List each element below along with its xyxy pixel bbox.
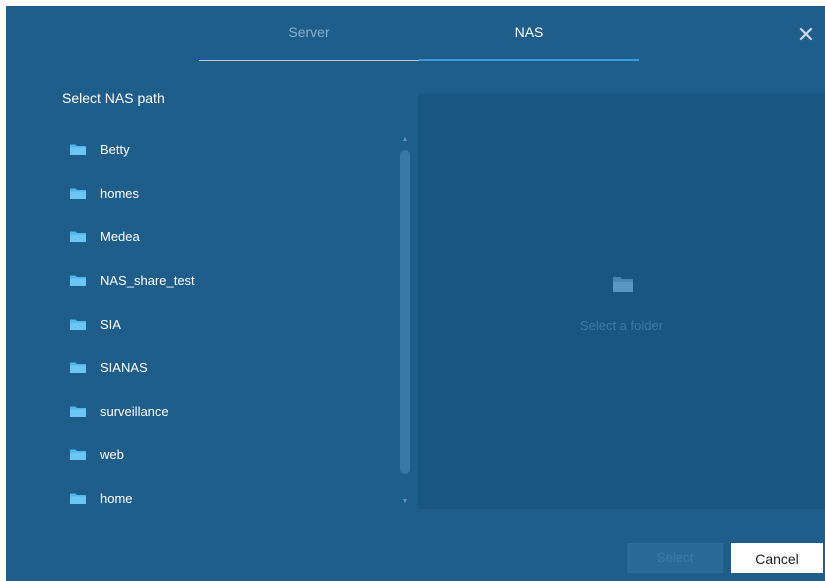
folder-list: Betty homes Medea NAS_share_test SIA SIANAS su…	[56, 128, 396, 518]
panel-title: Select NAS path	[62, 90, 165, 106]
tab-server[interactable]: Server	[199, 6, 419, 61]
folder-list-scrollbar[interactable]: ▲ ▼	[400, 136, 410, 506]
folder-label: homes	[100, 185, 140, 201]
folder-icon	[70, 362, 86, 374]
select-button[interactable]: Select	[627, 543, 723, 573]
tab-nas[interactable]: NAS	[419, 6, 639, 61]
folder-icon	[70, 231, 86, 243]
folder-label: surveillance	[100, 403, 169, 419]
cancel-button[interactable]: Cancel	[731, 543, 823, 573]
folder-item[interactable]: Betty	[56, 128, 396, 172]
folder-label: Medea	[100, 229, 140, 245]
folder-item[interactable]: home	[56, 477, 396, 521]
folder-label: NAS_share_test	[100, 273, 195, 289]
folder-icon	[70, 319, 86, 330]
folder-label: SIA	[100, 316, 121, 332]
folder-icon	[70, 406, 86, 417]
folder-item[interactable]: homes	[56, 172, 396, 216]
folder-label: Betty	[100, 142, 130, 158]
folder-label: SIANAS	[100, 360, 148, 376]
close-icon[interactable]: ✕	[793, 22, 819, 48]
scroll-down-icon[interactable]: ▼	[401, 498, 409, 506]
folder-icon	[70, 493, 86, 505]
folder-item[interactable]: SIANAS	[56, 346, 396, 390]
folder-icon	[70, 144, 86, 156]
folder-label: home	[100, 491, 133, 507]
folder-item[interactable]: NAS_share_test	[56, 259, 396, 303]
scroll-up-icon[interactable]: ▲	[401, 136, 409, 144]
folder-icon	[70, 275, 86, 287]
folder-item[interactable]: surveillance	[56, 390, 396, 434]
nas-path-dialog: Server NAS ✕ Select NAS path Betty homes M…	[6, 6, 825, 581]
folder-icon	[70, 188, 86, 199]
folder-preview-panel: Select a folder	[418, 94, 825, 509]
folder-open-icon	[613, 277, 633, 292]
folder-item[interactable]: Medea	[56, 215, 396, 259]
folder-item[interactable]: web	[56, 433, 396, 477]
empty-state-text: Select a folder	[579, 318, 664, 333]
folder-icon	[70, 449, 86, 461]
folder-item[interactable]: SIA	[56, 302, 396, 346]
tab-bar: Server NAS	[199, 6, 639, 62]
scroll-thumb[interactable]	[400, 150, 410, 474]
folder-label: web	[100, 447, 124, 463]
